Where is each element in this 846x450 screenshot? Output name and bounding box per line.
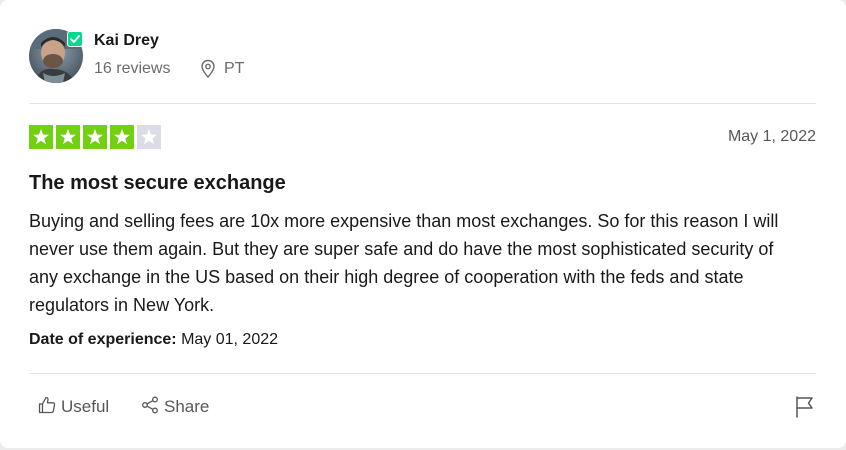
review-date: May 1, 2022	[727, 128, 816, 145]
author-name[interactable]: Kai Drey	[94, 32, 159, 50]
date-of-experience: Date of experience: May 01, 2022	[29, 331, 278, 349]
star-icon	[110, 125, 134, 149]
review-header: Kai Drey 16 reviews PT	[29, 29, 816, 85]
footer-divider	[29, 373, 816, 374]
star-icon	[29, 125, 53, 149]
useful-label: Useful	[61, 397, 110, 416]
share-icon	[141, 396, 159, 419]
share-label: Share	[164, 397, 210, 416]
share-button[interactable]: Share	[141, 392, 209, 422]
location-pin-icon	[200, 59, 216, 84]
star-icon	[56, 125, 80, 149]
flag-icon	[794, 396, 816, 423]
star-icon	[137, 125, 161, 149]
review-title[interactable]: The most secure exchange	[29, 172, 286, 195]
review-text: Buying and selling fees are 10x more exp…	[29, 211, 779, 315]
header-divider	[29, 103, 816, 104]
report-button[interactable]	[794, 395, 816, 419]
thumbs-up-icon	[38, 396, 56, 419]
star-icon	[83, 125, 107, 149]
experience-label: Date of experience:	[29, 331, 177, 348]
useful-button[interactable]: Useful	[38, 392, 109, 422]
reviews-count[interactable]: 16 reviews	[94, 60, 170, 78]
author-country: PT	[224, 60, 245, 77]
review-card: Kai Drey 16 reviews PT May 1, 2022 The m…	[0, 0, 846, 448]
experience-date: May 01, 2022	[181, 331, 279, 348]
star-rating	[29, 125, 161, 149]
review-actions: Useful Share	[29, 392, 816, 422]
verified-badge-icon	[67, 31, 83, 47]
